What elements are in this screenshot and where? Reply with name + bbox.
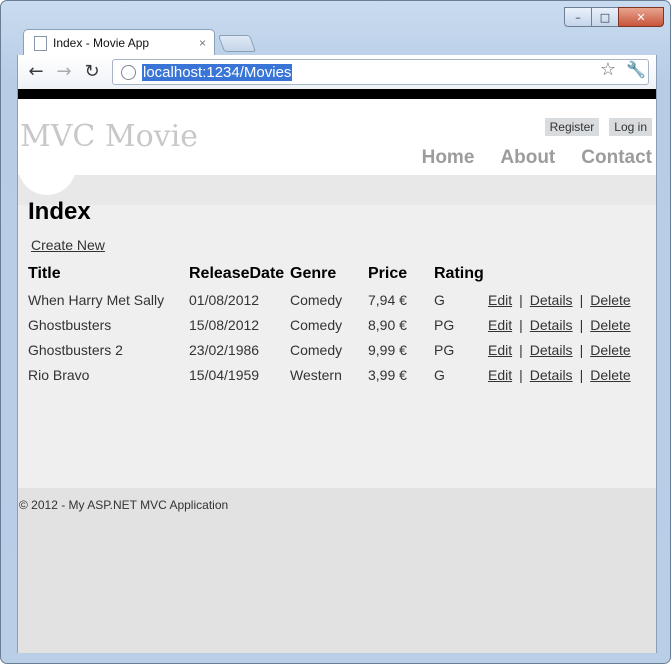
tab-title: Index - Movie App	[53, 36, 150, 50]
cell-price: 9,99 €	[368, 341, 407, 358]
page-viewport: MVC Movie Register Log in Home About Con…	[17, 89, 657, 653]
row-actions: Edit | Details | Delete	[488, 362, 631, 387]
cell-title: Rio Bravo	[28, 366, 90, 383]
edit-link[interactable]: Edit	[488, 342, 512, 358]
site-footer: © 2012 - My ASP.NET MVC Application	[18, 488, 656, 653]
details-link[interactable]: Details	[530, 342, 573, 358]
delete-link[interactable]: Delete	[590, 342, 630, 358]
top-black-bar	[18, 89, 656, 99]
table-header-row: Title ReleaseDate Genre Price Rating	[28, 261, 631, 287]
minimize-button[interactable]: –	[564, 7, 592, 27]
site-header: MVC Movie Register Log in Home About Con…	[18, 99, 656, 195]
cell-releasedate: 15/08/2012	[189, 316, 260, 333]
create-new-link[interactable]: Create New	[31, 237, 105, 253]
separator: |	[579, 291, 584, 308]
cell-rating: G	[434, 291, 445, 308]
separator: |	[519, 316, 523, 333]
details-link[interactable]: Details	[530, 317, 573, 333]
bookmark-star-icon[interactable]: ☆	[600, 59, 616, 80]
cell-releasedate: 01/08/2012	[189, 291, 260, 308]
login-area: Register Log in	[544, 118, 652, 136]
separator: |	[519, 291, 523, 308]
close-window-button[interactable]: ✕	[618, 7, 664, 27]
header-actions	[488, 261, 631, 287]
table-row: When Harry Met Sally 01/08/2012 Comedy 7…	[28, 287, 631, 312]
cell-genre: Comedy	[290, 316, 343, 333]
browser-window: – □ ✕ Index - Movie App × ← → ↻ localhos…	[0, 0, 671, 664]
delete-link[interactable]: Delete	[590, 292, 630, 308]
wrench-icon[interactable]: 🔧	[626, 60, 646, 79]
movies-table: Title ReleaseDate Genre Price Rating Whe…	[28, 261, 631, 387]
cell-price: 3,99 €	[368, 366, 407, 383]
cell-price: 7,94 €	[368, 291, 407, 308]
page-title: Index	[28, 198, 91, 225]
cell-rating: PG	[434, 316, 455, 333]
globe-icon	[121, 64, 136, 80]
browser-toolbar: ← → ↻ localhost:1234/Movies ☆ 🔧	[17, 55, 657, 89]
edit-link[interactable]: Edit	[488, 367, 512, 383]
separator: |	[519, 366, 523, 383]
table-row: Ghostbusters 2 23/02/1986 Comedy 9,99 € …	[28, 337, 631, 362]
site-title[interactable]: MVC Movie	[20, 119, 198, 154]
header-price: Price	[368, 265, 408, 282]
browser-tab[interactable]: Index - Movie App ×	[23, 29, 215, 56]
row-actions: Edit | Details | Delete	[488, 312, 631, 337]
register-link[interactable]: Register	[544, 118, 600, 136]
table-row: Ghostbusters 15/08/2012 Comedy 8,90 € PG…	[28, 312, 631, 337]
cell-title: Ghostbusters	[28, 316, 112, 333]
header-rating: Rating	[434, 265, 484, 282]
cell-genre: Comedy	[290, 341, 343, 358]
menu-home[interactable]: Home	[422, 147, 475, 169]
main-menu: Home About Contact	[422, 147, 652, 169]
footer-text: © 2012 - My ASP.NET MVC Application	[19, 498, 229, 512]
separator: |	[579, 341, 584, 358]
page-icon	[34, 35, 47, 51]
cell-releasedate: 23/02/1986	[189, 341, 260, 358]
delete-link[interactable]: Delete	[590, 317, 630, 333]
tab-close-icon[interactable]: ×	[199, 36, 206, 50]
cell-releasedate: 15/04/1959	[189, 366, 260, 383]
separator: |	[579, 316, 584, 333]
window-controls: – □ ✕	[564, 7, 664, 27]
forward-arrow-icon[interactable]: →	[54, 61, 74, 82]
cell-genre: Western	[290, 366, 342, 383]
separator: |	[519, 341, 523, 358]
new-tab-button[interactable]	[217, 35, 257, 52]
header-title: Title	[28, 265, 61, 282]
cell-title: When Harry Met Sally	[28, 291, 165, 308]
cell-rating: G	[434, 366, 445, 383]
maximize-button[interactable]: □	[591, 7, 619, 27]
cell-genre: Comedy	[290, 291, 343, 308]
separator: |	[579, 366, 584, 383]
back-arrow-icon[interactable]: ←	[26, 61, 46, 82]
edit-link[interactable]: Edit	[488, 317, 512, 333]
details-link[interactable]: Details	[530, 292, 573, 308]
url-text[interactable]: localhost:1234/Movies	[142, 63, 293, 81]
row-actions: Edit | Details | Delete	[488, 287, 631, 312]
header-genre: Genre	[290, 265, 337, 282]
cell-title: Ghostbusters 2	[28, 341, 123, 358]
table-row: Rio Bravo 15/04/1959 Western 3,99 € G Ed…	[28, 362, 631, 387]
menu-contact[interactable]: Contact	[581, 147, 652, 169]
login-link[interactable]: Log in	[609, 118, 652, 136]
reload-icon[interactable]: ↻	[82, 61, 102, 82]
row-actions: Edit | Details | Delete	[488, 337, 631, 362]
cell-price: 8,90 €	[368, 316, 407, 333]
address-bar[interactable]: localhost:1234/Movies	[112, 59, 649, 85]
edit-link[interactable]: Edit	[488, 292, 512, 308]
main-content: Index Create New Title ReleaseDate Genre…	[18, 198, 656, 488]
menu-about[interactable]: About	[500, 147, 555, 169]
details-link[interactable]: Details	[530, 367, 573, 383]
cell-rating: PG	[434, 341, 455, 358]
delete-link[interactable]: Delete	[590, 367, 630, 383]
header-releasedate: ReleaseDate	[189, 265, 285, 282]
header-decoration	[18, 159, 76, 195]
